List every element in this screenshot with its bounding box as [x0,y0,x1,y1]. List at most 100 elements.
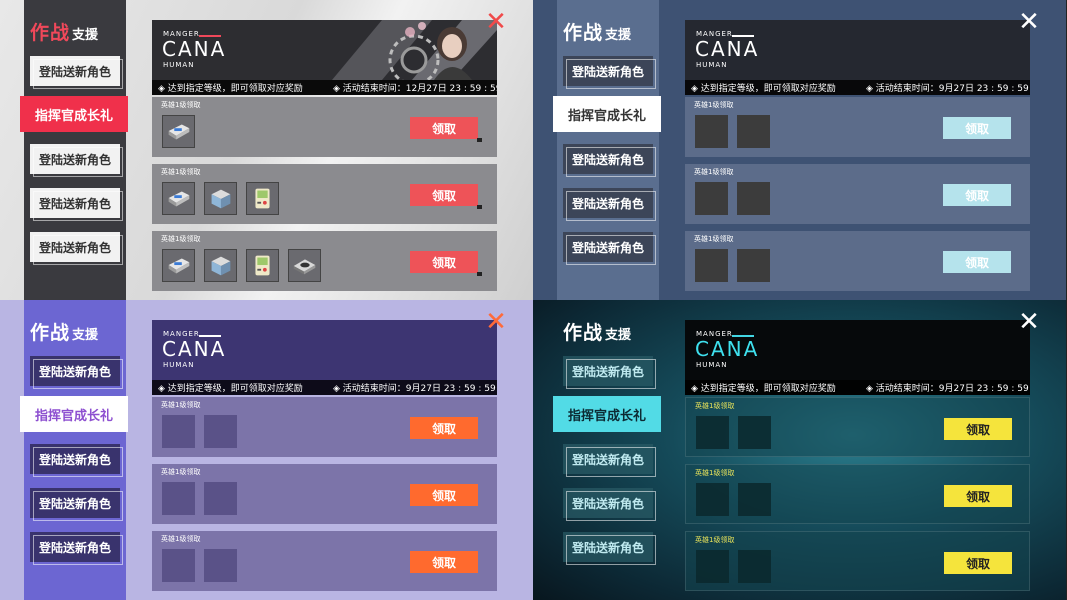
brand-title-main: 作战 [563,22,604,44]
banner-info-strip: ◈ 达到指定等级，即可领取对应奖励 ◈ 活动结束时间：9月27日 23 : 59… [152,380,497,395]
claim-button[interactable]: 领取 [943,184,1011,206]
reward-slot[interactable] [204,482,237,515]
reward-slot[interactable] [737,249,770,282]
reward-slot[interactable] [737,182,770,215]
machine-icon[interactable] [204,182,237,215]
brand-title-sub: 支援 [72,328,99,343]
banner-info-strip: ◈ 达到指定等级，即可领取对应奖励 ◈ 活动结束时间：9月27日 23 : 59… [685,80,1030,95]
nav-item-login-gift[interactable]: 登陆送新角色 [30,356,123,389]
banner-label-big: CANA [695,337,760,361]
nav-item-login-gift[interactable]: 登陆送新角色 [30,444,123,477]
end-time-value: 9月27日 23 : 59 : 59 [938,384,1029,394]
reward-slot[interactable] [738,550,771,583]
nav-item-login-gift[interactable]: 登陆送新角色 [563,144,656,177]
reward-slot[interactable] [738,416,771,449]
reward-slot[interactable] [737,115,770,148]
banner-info-strip: ◈ 达到指定等级，即可领取对应奖励 ◈ 活动结束时间：12月27日 23 : 5… [152,80,497,95]
end-time-value: 9月27日 23 : 59 : 59 [405,384,496,394]
nav-item-login-gift[interactable]: 登陆送新角色 [563,444,656,477]
brand-title: 作战 支援 [30,318,98,345]
nav-item-login-gift[interactable]: 登陆送新角色 [30,56,123,89]
claim-button[interactable]: 领取 [943,251,1011,273]
reward-row-label: 英雄1级领取 [694,168,734,176]
reward-slot[interactable] [162,482,195,515]
reward-slot[interactable] [695,115,728,148]
nav-item-login-gift[interactable]: 登陆送新角色 [563,488,656,521]
claim-button[interactable]: 领取 [410,484,478,506]
banner-info-strip: ◈ 达到指定等级，即可领取对应奖励 ◈ 活动结束时间：9月27日 23 : 59… [685,380,1030,395]
reward-slot[interactable] [696,483,729,516]
banner-info-text: ◈ 达到指定等级，即可领取对应奖励 [158,84,303,94]
reward-slot[interactable] [162,415,195,448]
claim-button[interactable]: 领取 [944,485,1012,507]
reward-slot[interactable] [695,182,728,215]
nav-item-login-gift[interactable]: 登陆送新角色 [563,356,656,389]
nav-item-login-gift[interactable]: 登陆送新角色 [563,532,656,565]
reward-row: 英雄1级领取 领取 [152,397,497,457]
console-icon[interactable] [162,249,195,282]
reward-row-label: 英雄1级领取 [161,101,201,109]
reward-slot[interactable] [695,249,728,282]
nav-item-login-gift[interactable]: 登陆送新角色 [30,488,123,521]
banner-label-big: CANA [695,37,760,61]
reward-row: 英雄1级领取 领取 [152,464,497,524]
reward-slot[interactable] [204,549,237,582]
close-icon[interactable]: ✕ [1017,309,1041,335]
nav-item-login-gift[interactable]: 登陆送新角色 [563,56,656,89]
claim-button[interactable]: 领取 [944,418,1012,440]
reward-slot[interactable] [738,483,771,516]
nav-item-login-gift[interactable]: 登陆送新角色 [30,144,123,177]
claim-button[interactable]: 领取 [410,417,478,439]
reward-slot[interactable] [162,549,195,582]
close-icon[interactable]: ✕ [1017,9,1041,35]
reward-slot[interactable] [696,416,729,449]
claim-button[interactable]: 领取 [410,184,482,209]
brand-title: 作战 支援 [30,18,98,45]
claim-button[interactable]: 领取 [410,551,478,573]
nav-item-login-gift[interactable]: 登陆送新角色 [30,188,123,221]
reward-row: 英雄1级领取 领取 [152,164,497,224]
gameboy-icon[interactable] [246,249,279,282]
end-time-label: ◈ 活动结束时间： [866,84,939,94]
reward-row: 英雄1级领取 领取 [685,464,1030,524]
console-icon[interactable] [162,115,195,148]
event-banner: MANGER CANA HUMAN ◈ 达到指定等级，即可领取对应奖励 ◈ 活动… [685,320,1030,395]
banner-end-time: ◈ 活动结束时间：9月27日 23 : 59 : 59 [866,381,1029,394]
nav-item-login-gift[interactable]: 登陆送新角色 [30,232,123,265]
claim-button[interactable]: 领取 [944,552,1012,574]
end-time-label: ◈ 活动结束时间： [333,384,406,394]
brand-title-main: 作战 [30,322,71,344]
reward-row: 英雄1级领取 领取 [685,97,1030,157]
banner-label-sub: HUMAN [696,361,728,369]
claim-button[interactable]: 领取 [410,117,482,142]
character-illustration [332,20,497,80]
nav-item-commander-growth[interactable]: 指挥官成长礼 [553,96,661,132]
end-time-value: 9月27日 23 : 59 : 59 [938,84,1029,94]
close-icon[interactable]: ✕ [484,9,508,35]
close-icon[interactable]: ✕ [484,309,508,335]
nav-item-login-gift[interactable]: 登陆送新角色 [563,232,656,265]
claim-button[interactable]: 领取 [410,251,482,276]
nav-item-login-gift[interactable]: 登陆送新角色 [563,188,656,221]
reward-row-label: 英雄1级领取 [161,401,201,409]
reward-row: 英雄1级领取 领取 [685,397,1030,457]
gameboy-icon[interactable] [246,182,279,215]
panel-navy: 作战 支援 登陆送新角色 指挥官成长礼 登陆送新角色 登陆送新角色 登陆送新角色 … [533,0,1066,300]
nav-item-login-gift[interactable]: 登陆送新角色 [30,532,123,565]
reward-row: 英雄1级领取 领取 [685,531,1030,591]
device-icon[interactable] [288,249,321,282]
nav-item-commander-growth[interactable]: 指挥官成长礼 [20,96,128,132]
banner-label-sub: HUMAN [696,61,728,69]
panel-lavender: 作战 支援 登陆送新角色 指挥官成长礼 登陆送新角色 登陆送新角色 登陆送新角色 … [0,300,533,600]
event-banner: MANGER CANA HUMAN ◈ 达到指定等级，即可领取对应奖励 ◈ 活动… [152,20,497,95]
machine-icon[interactable] [204,249,237,282]
console-icon[interactable] [162,182,195,215]
reward-slot[interactable] [204,415,237,448]
panel-teal: 作战 支援 登陆送新角色 指挥官成长礼 登陆送新角色 登陆送新角色 登陆送新角色 … [533,300,1066,600]
reward-row-label: 英雄1级领取 [695,469,735,477]
panel-light-gray: 作战 支援 登陆送新角色 指挥官成长礼 登陆送新角色 登陆送新角色 登陆送新角色 … [0,0,533,300]
reward-slot[interactable] [696,550,729,583]
claim-button[interactable]: 领取 [943,117,1011,139]
nav-item-commander-growth[interactable]: 指挥官成长礼 [20,396,128,432]
nav-item-commander-growth[interactable]: 指挥官成长礼 [553,396,661,432]
